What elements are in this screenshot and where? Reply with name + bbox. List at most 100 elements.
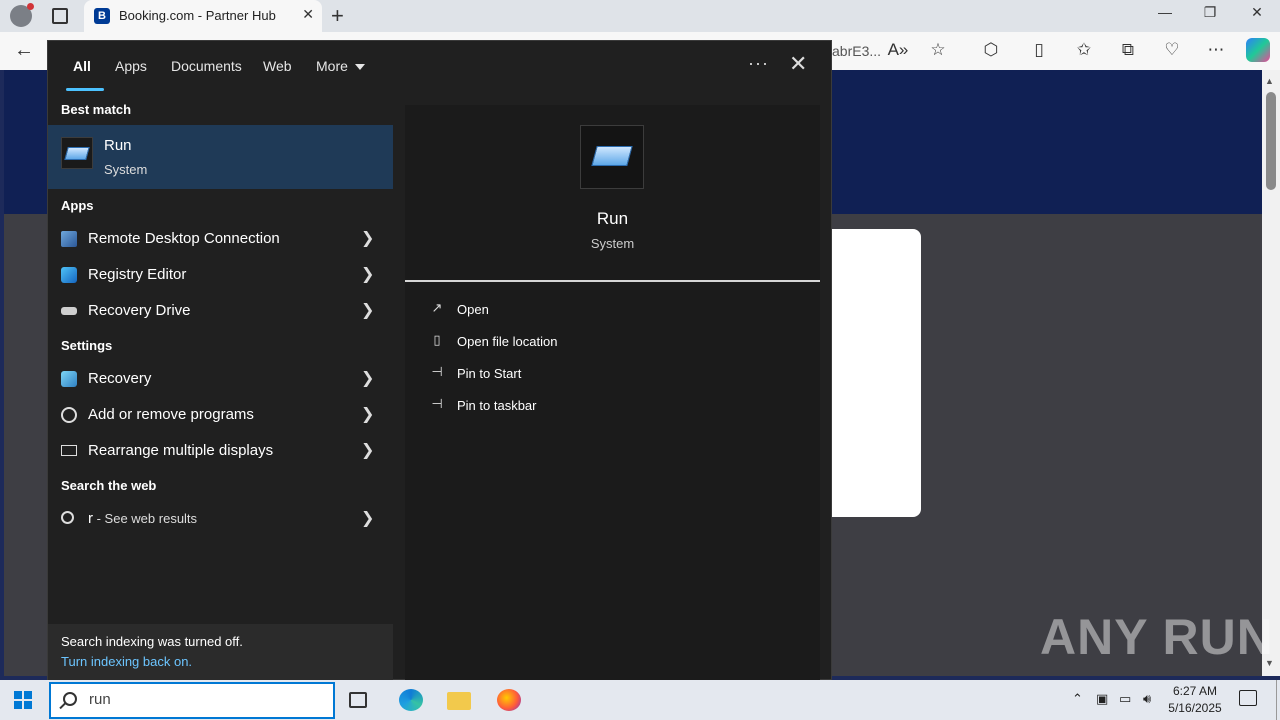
tab-close-icon[interactable]: ✕ <box>302 6 314 23</box>
profile-avatar[interactable] <box>10 3 34 27</box>
filter-tab-documents[interactable]: Documents <box>171 58 242 74</box>
search-filter-tabs: All Apps Documents Web More ··· ✕ <box>48 41 831 93</box>
monitor-icon <box>61 445 77 456</box>
filter-tab-more[interactable]: More <box>316 58 365 74</box>
page-scrollbar[interactable]: ▲ ▼ <box>1262 70 1280 676</box>
remote-desktop-icon <box>61 231 77 247</box>
results-list: Best match Run System Apps Remote Deskto… <box>48 93 393 681</box>
more-menu-icon[interactable]: ⋯ <box>1204 40 1228 60</box>
new-tab-icon[interactable]: + <box>331 3 344 29</box>
scroll-up-icon[interactable]: ▲ <box>1265 76 1274 86</box>
preview-title: Run <box>596 209 629 228</box>
address-bar-text[interactable]: abrE3... <box>832 43 881 59</box>
action-open-file-location[interactable]: ▯ Open file location <box>405 329 820 357</box>
chevron-right-icon[interactable]: ❯ <box>361 404 374 424</box>
browser-essentials-icon[interactable]: ♡ <box>1160 40 1184 60</box>
file-location-icon: ▯ <box>433 332 441 347</box>
options-ellipsis-icon[interactable]: ··· <box>748 53 769 74</box>
pin-icon: ⊣ <box>431 396 443 411</box>
action-label: Pin to Start <box>457 366 522 381</box>
favorite-star-icon[interactable]: ☆ <box>926 40 950 60</box>
task-view-icon[interactable] <box>349 692 367 708</box>
clock-date: 5/16/2025 <box>1168 701 1222 715</box>
recovery-icon <box>61 371 77 387</box>
result-rearrange-displays[interactable]: Rearrange multiple displays ❯ <box>48 433 393 469</box>
read-aloud-icon[interactable]: A» <box>886 40 910 60</box>
gear-icon <box>61 407 77 423</box>
network-icon[interactable]: ▭ <box>1119 691 1131 707</box>
pin-icon: ⊣ <box>431 364 443 379</box>
action-open[interactable]: ↗ Open <box>405 297 820 325</box>
result-registry-editor[interactable]: Registry Editor ❯ <box>48 257 393 293</box>
indexing-notice-text: Search indexing was turned off. <box>61 634 243 649</box>
web-suffix: - See web results <box>93 511 198 526</box>
restore-icon[interactable]: ❐ <box>1190 4 1230 21</box>
result-web-search[interactable]: r - See web results ❯ <box>48 501 393 537</box>
notification-icon[interactable] <box>1239 690 1257 706</box>
window-close-icon[interactable]: ✕ <box>1237 4 1277 21</box>
search-icon <box>61 511 74 524</box>
browser-tab[interactable]: B Booking.com - Partner Hub ✕ <box>84 0 322 32</box>
filter-tab-all[interactable]: All <box>73 58 91 74</box>
registry-editor-icon <box>61 267 77 283</box>
extensions-icon[interactable]: ⬡ <box>979 40 1003 60</box>
best-match-run[interactable]: Run System <box>48 125 393 189</box>
show-desktop-button[interactable] <box>1276 680 1277 720</box>
best-match-subtitle: System <box>104 162 148 177</box>
action-pin-to-start[interactable]: ⊣ Pin to Start <box>405 361 820 389</box>
preview-pane: Run System ↗ Open ▯ Open file location ⊣… <box>405 105 820 681</box>
firefox-icon[interactable] <box>497 689 521 711</box>
filter-tab-apps[interactable]: Apps <box>115 58 147 74</box>
open-external-icon: ↗ <box>431 300 443 315</box>
chevron-right-icon[interactable]: ❯ <box>361 368 374 388</box>
action-label: Pin to taskbar <box>457 398 537 413</box>
minimize-icon[interactable]: — <box>1145 4 1185 20</box>
chevron-right-icon[interactable]: ❯ <box>361 264 374 284</box>
file-explorer-icon[interactable] <box>447 692 471 710</box>
chevron-right-icon[interactable]: ❯ <box>361 508 374 528</box>
webpage-dialog-card <box>832 229 921 517</box>
edge-icon[interactable] <box>399 689 423 711</box>
favorites-icon[interactable]: ✩ <box>1072 40 1096 60</box>
windows-start-icon[interactable] <box>14 691 32 709</box>
taskbar-search-input[interactable] <box>89 691 319 708</box>
result-remote-desktop[interactable]: Remote Desktop Connection ❯ <box>48 221 393 257</box>
taskbar-search-box[interactable] <box>49 682 335 719</box>
result-recovery-drive[interactable]: Recovery Drive ❯ <box>48 293 393 329</box>
best-match-title: Run <box>104 137 132 154</box>
result-recovery[interactable]: Recovery ❯ <box>48 361 393 397</box>
action-label: Open file location <box>457 334 558 349</box>
more-label: More <box>316 58 348 74</box>
split-screen-icon[interactable]: ▯ <box>1027 40 1051 60</box>
chevron-right-icon[interactable]: ❯ <box>361 440 374 460</box>
action-label: Open <box>457 302 489 317</box>
tab-actions-icon[interactable] <box>52 8 68 24</box>
run-icon <box>580 125 644 189</box>
result-add-remove-programs[interactable]: Add or remove programs ❯ <box>48 397 393 433</box>
copilot-icon[interactable] <box>1246 38 1270 62</box>
best-match-heading: Best match <box>61 102 132 117</box>
taskbar-clock[interactable]: 6:27 AM 5/16/2025 <box>1160 683 1230 717</box>
caret-down-icon <box>354 64 365 71</box>
search-icon <box>63 692 77 706</box>
chevron-up-icon[interactable]: ⌃ <box>1072 691 1083 707</box>
collections-icon[interactable]: ⧉ <box>1116 40 1140 60</box>
back-arrow-icon[interactable]: ← <box>14 39 34 62</box>
indexing-notice: Search indexing was turned off. Turn ind… <box>48 624 393 681</box>
result-label: Remote Desktop Connection <box>88 230 280 247</box>
turn-indexing-on-link[interactable]: Turn indexing back on. <box>61 654 192 669</box>
web-heading: Search the web <box>61 478 157 493</box>
panel-close-icon[interactable]: ✕ <box>789 51 807 77</box>
volume-icon[interactable]: 🔊︎ <box>1143 691 1151 707</box>
action-pin-to-taskbar[interactable]: ⊣ Pin to taskbar <box>405 393 820 421</box>
settings-heading: Settings <box>61 338 113 353</box>
filter-tab-web[interactable]: Web <box>263 58 292 74</box>
run-icon <box>61 137 93 169</box>
web-result-label: r - See web results <box>88 510 197 527</box>
chevron-right-icon[interactable]: ❯ <box>361 300 374 320</box>
chevron-right-icon[interactable]: ❯ <box>361 228 374 248</box>
scroll-thumb[interactable] <box>1266 92 1276 190</box>
result-label: Recovery Drive <box>88 302 191 319</box>
device-icon[interactable]: ▣ <box>1096 691 1108 707</box>
anyrun-watermark: ANY RUN <box>1040 609 1274 665</box>
